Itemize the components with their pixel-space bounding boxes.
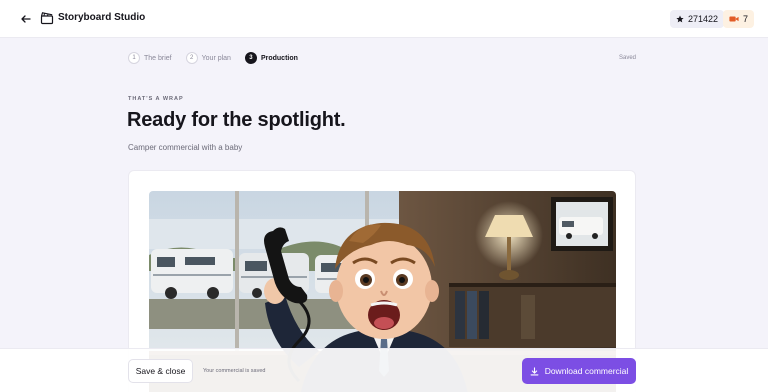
download-label: Download commercial — [544, 366, 629, 376]
step-number: 3 — [244, 52, 257, 64]
video-camera-icon — [729, 16, 739, 22]
step-production[interactable]: 3 Production — [244, 52, 298, 64]
star-icon — [676, 15, 684, 23]
action-bar: Save & close Your commercial is saved Do… — [0, 348, 768, 392]
page-title: Ready for the spotlight. — [127, 109, 346, 131]
page-subtitle: Camper commercial with a baby — [128, 143, 243, 152]
stars-badge[interactable]: 271422 — [670, 10, 725, 28]
step-label: The brief — [144, 54, 172, 62]
back-button[interactable] — [18, 11, 34, 27]
saved-status: Saved — [619, 55, 637, 61]
step-label: Your plan — [201, 54, 231, 62]
step-plan[interactable]: 2 Your plan — [185, 52, 231, 64]
download-icon — [530, 366, 539, 375]
kicker: THAT'S A WRAP — [128, 96, 184, 102]
clapperboard-icon — [40, 11, 54, 25]
download-commercial-button[interactable]: Download commercial — [522, 358, 636, 384]
credits-count: 7 — [743, 14, 749, 24]
top-bar: Storyboard Studio 271422 7 — [0, 0, 768, 38]
stars-count: 271422 — [688, 14, 719, 24]
app-title: Storyboard Studio — [58, 12, 146, 23]
save-status-text: Your commercial is saved — [203, 368, 266, 374]
step-brief[interactable]: 1 The brief — [128, 52, 172, 64]
step-label: Production — [260, 54, 298, 62]
step-number: 1 — [128, 52, 140, 64]
step-number: 2 — [185, 52, 198, 64]
credits-badge[interactable]: 7 — [723, 10, 755, 28]
save-close-button[interactable]: Save & close — [128, 359, 193, 383]
arrow-left-icon — [21, 15, 31, 23]
progress-steps: 1 The brief 2 Your plan 3 Production — [128, 52, 312, 64]
